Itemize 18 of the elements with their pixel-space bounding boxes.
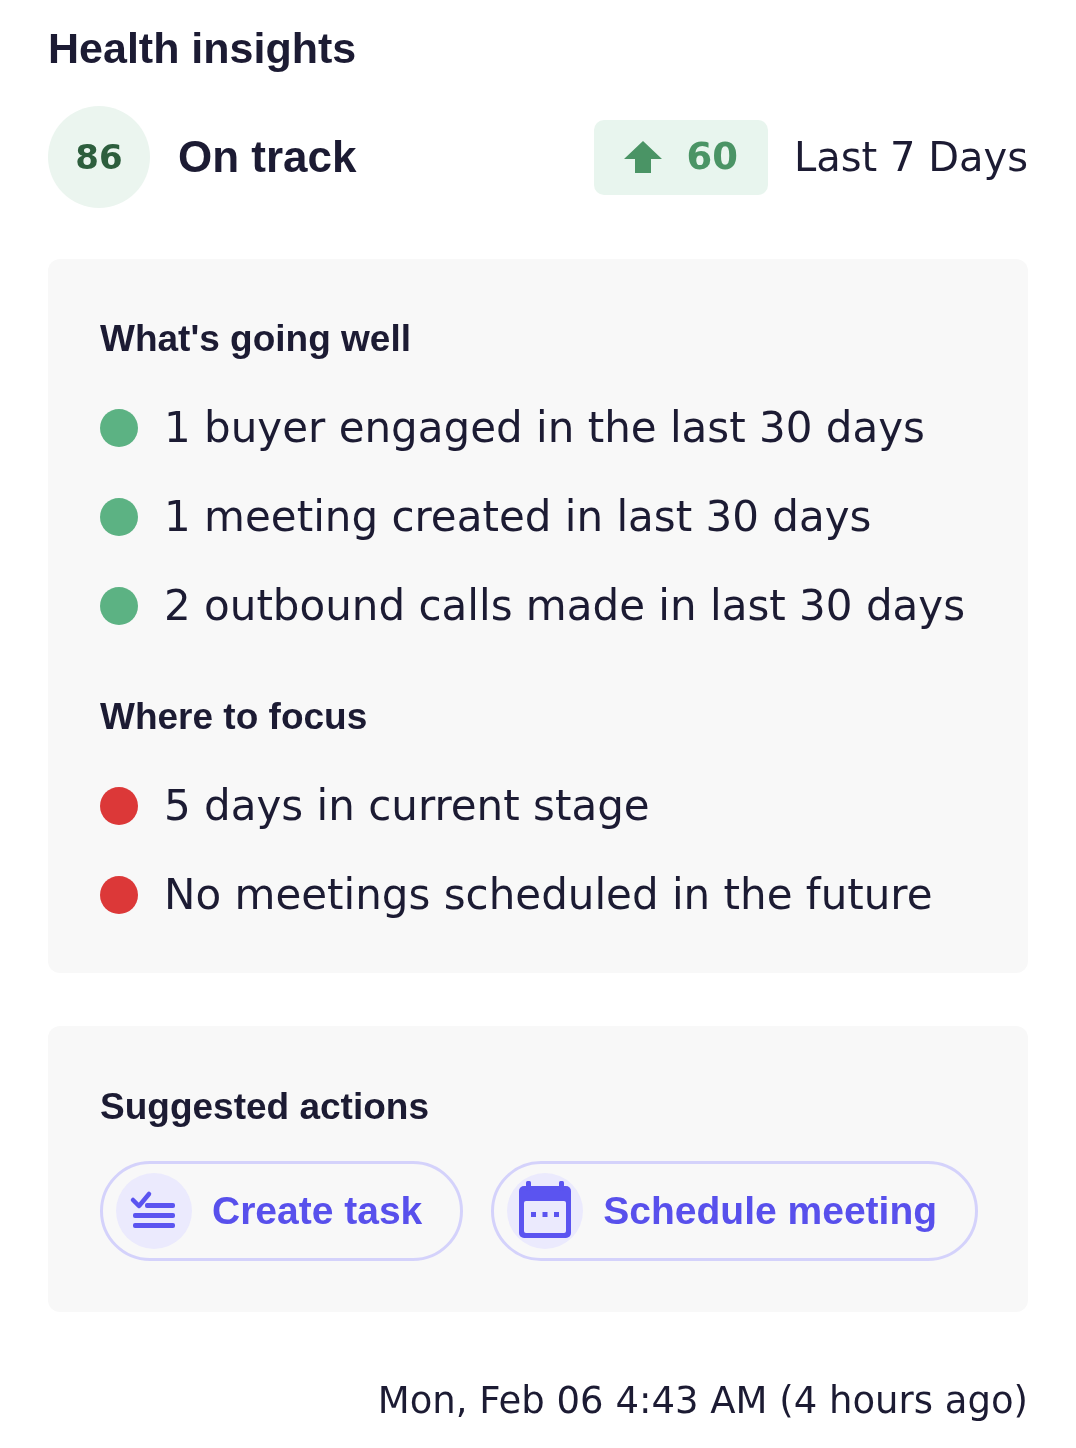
section-heading: Where to focus xyxy=(100,695,368,739)
insight-text: 1 meeting created in last 30 days xyxy=(164,490,872,543)
timestamp: Mon, Feb 06 4:43 AM (4 hours ago) xyxy=(377,1378,1028,1424)
insight-text: 5 days in current stage xyxy=(164,779,650,832)
trend-badge: 60 xyxy=(594,119,768,195)
schedule-meeting-button[interactable]: Schedule meeting xyxy=(491,1161,979,1261)
insight-text: No meetings scheduled in the future xyxy=(164,868,933,921)
panel-title: Health insights xyxy=(48,23,357,74)
insight-text: 1 buyer engaged in the last 30 days xyxy=(164,401,925,454)
calendar-icon xyxy=(507,1173,584,1249)
arrow-up-icon xyxy=(624,141,663,173)
period-label: Last 7 Days xyxy=(793,133,1028,182)
insight-text: 2 outbound calls made in last 30 days xyxy=(164,579,966,632)
create-task-button[interactable]: Create task xyxy=(100,1161,464,1261)
section-heading: Suggested actions xyxy=(100,1085,429,1129)
task-list-icon xyxy=(116,1173,192,1249)
section-heading: What's going well xyxy=(100,317,411,361)
status-label: On track xyxy=(178,131,357,183)
